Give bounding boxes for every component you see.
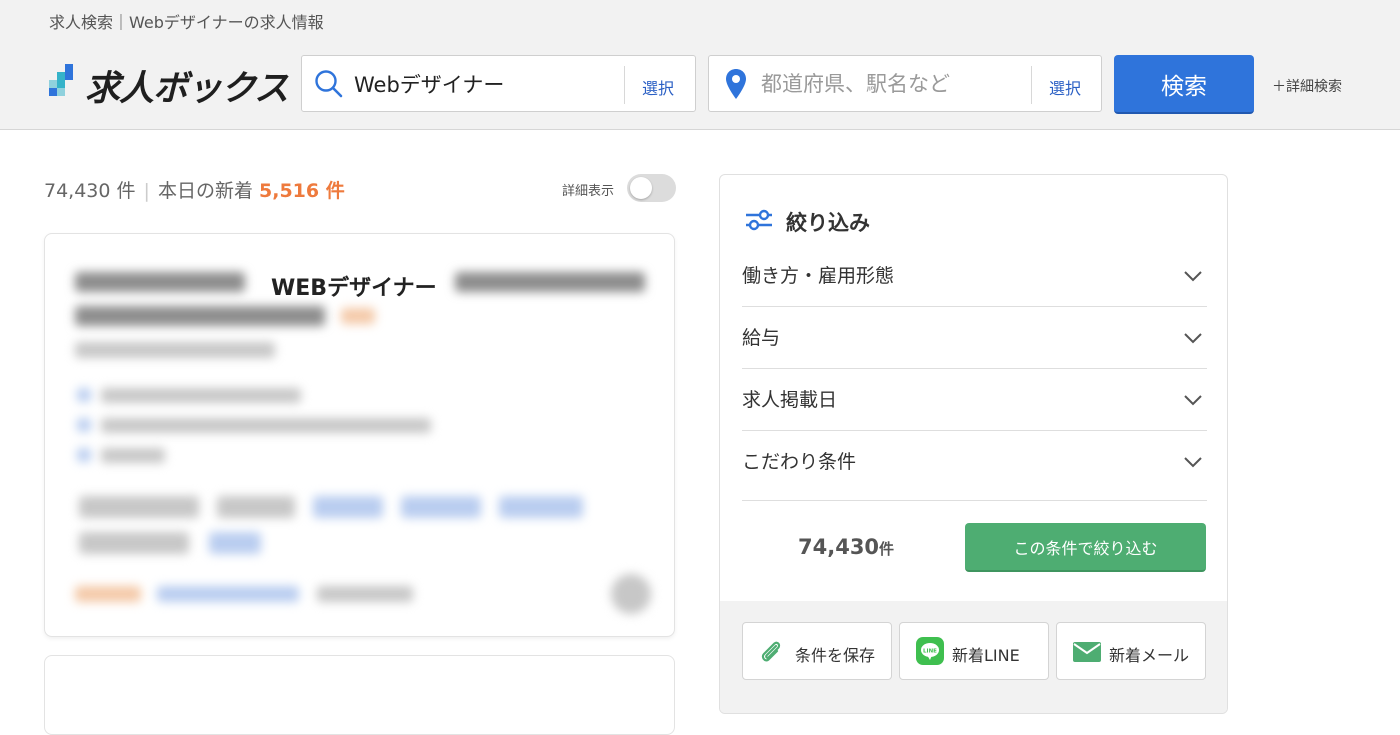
panel-footer: 条件を保存 LINE 新着LINE 新着メール (720, 601, 1227, 713)
filter-row-posted-date[interactable]: 求人掲載日 (742, 369, 1207, 431)
save-conditions-label: 条件を保存 (795, 646, 876, 665)
blurred-tag (499, 496, 583, 518)
apply-filter-button[interactable]: この条件で絞り込む (965, 523, 1206, 572)
blurred-text (75, 586, 141, 602)
result-count-summary: 74,430 件 | 本日の新着 5,516 件 (44, 176, 345, 203)
chevron-down-icon (1183, 391, 1203, 410)
blurred-icon (77, 448, 91, 462)
site-header: 求人検索｜Webデザイナーの求人情報 求人ボックス 選択 選択 検索 ＋詳細検索 (0, 0, 1400, 130)
blurred-text (455, 272, 645, 292)
filter-panel-title: 絞り込み (786, 211, 870, 235)
filter-result-number: 74,430 (798, 535, 880, 559)
job-card[interactable] (44, 655, 675, 735)
filter-result-unit: 件 (879, 540, 895, 558)
mail-icon (1073, 642, 1101, 666)
keyword-search-box: 選択 (301, 55, 696, 112)
filter-row-salary[interactable]: 給与 (742, 307, 1207, 369)
svg-text:LINE: LINE (923, 649, 937, 655)
search-button[interactable]: 検索 (1114, 55, 1254, 114)
blurred-tag (209, 532, 261, 554)
divider (624, 66, 625, 104)
detail-view-label: 詳細表示 (562, 184, 615, 199)
blurred-icon (77, 388, 91, 402)
location-select-button[interactable]: 選択 (1049, 75, 1081, 99)
site-logo[interactable]: 求人ボックス (47, 62, 289, 109)
blurred-text (157, 586, 299, 602)
detail-view-toggle[interactable] (627, 174, 676, 202)
sliders-icon (744, 207, 774, 238)
mail-notification-label: 新着メール (1109, 646, 1190, 665)
blurred-tag (401, 496, 481, 518)
filter-row-label: 働き方・雇用形態 (742, 265, 895, 287)
job-title[interactable]: WEBデザイナー (267, 270, 441, 302)
divider (1031, 66, 1032, 104)
blurred-text (75, 306, 325, 326)
keyword-input[interactable] (354, 66, 614, 102)
blurred-text (101, 448, 165, 463)
location-input[interactable] (761, 66, 1021, 102)
blurred-tag (313, 496, 383, 518)
filter-row-label: こだわり条件 (742, 451, 857, 473)
line-notification-button[interactable]: LINE 新着LINE (899, 622, 1049, 680)
today-new-count: 5,516 件 (259, 180, 345, 202)
blurred-icon (77, 418, 91, 432)
location-pin-icon (725, 68, 747, 104)
filter-result-count: 74,430件 (798, 535, 894, 559)
job-card[interactable]: WEBデザイナー (44, 233, 675, 637)
total-count: 74,430 件 (44, 180, 136, 202)
filter-row-preferences[interactable]: こだわり条件 (742, 431, 1207, 501)
location-search-box: 選択 (708, 55, 1102, 112)
chevron-down-icon (1183, 329, 1203, 348)
today-label: 本日の新着 (157, 180, 253, 202)
blurred-tag (79, 532, 189, 554)
filter-row-label: 求人掲載日 (742, 389, 838, 411)
blurred-text (75, 272, 245, 292)
keyword-select-button[interactable]: 選択 (642, 75, 674, 99)
logo-mark-icon (47, 62, 81, 106)
mail-notification-button[interactable]: 新着メール (1056, 622, 1206, 680)
line-notification-label: 新着LINE (952, 646, 1020, 665)
logo-text: 求人ボックス (85, 69, 289, 109)
filter-row-employment[interactable]: 働き方・雇用形態 (742, 245, 1207, 307)
blurred-text (317, 586, 413, 602)
chevron-down-icon (1183, 267, 1203, 286)
save-conditions-button[interactable]: 条件を保存 (742, 622, 892, 680)
filter-row-label: 給与 (742, 327, 781, 349)
blurred-text (101, 388, 301, 403)
blurred-tag (79, 496, 199, 518)
line-icon: LINE (916, 637, 944, 669)
blurred-company (75, 342, 275, 358)
separator: | (143, 180, 150, 202)
toggle-knob (630, 177, 652, 199)
search-icon (314, 69, 344, 103)
breadcrumb: 求人検索｜Webデザイナーの求人情報 (49, 13, 324, 32)
filter-panel: 絞り込み 働き方・雇用形態 給与 求人掲載日 こだわり条件 74,430件 この… (719, 174, 1228, 714)
blurred-favorite-icon (611, 574, 651, 614)
advanced-search-link[interactable]: ＋詳細検索 (1272, 76, 1342, 96)
paperclip-icon (759, 639, 783, 669)
blurred-badge (341, 308, 375, 324)
chevron-down-icon (1183, 453, 1203, 472)
blurred-text (101, 418, 431, 433)
blurred-tag (217, 496, 295, 518)
